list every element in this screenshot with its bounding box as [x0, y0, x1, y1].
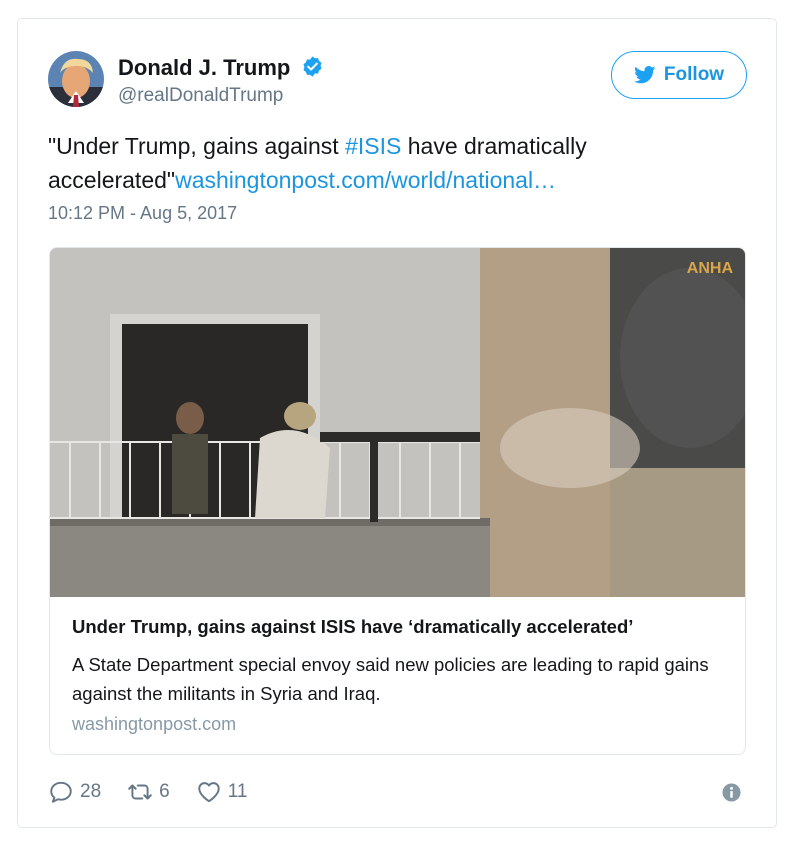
card-image[interactable]: ANHA [50, 248, 745, 597]
tweet-embed: Donald J. Trump @realDonaldTrump Follow … [17, 18, 777, 828]
retweet-button[interactable]: 6 [127, 779, 170, 805]
user-handle[interactable]: @realDonaldTrump [118, 85, 283, 107]
display-name[interactable]: Donald J. Trump [118, 55, 290, 80]
card-title[interactable]: Under Trump, gains against ISIS have ‘dr… [72, 616, 633, 638]
retweet-count: 6 [159, 781, 170, 802]
card-domain: washingtonpost.com [72, 714, 237, 734]
watermark-logo: ANHA [686, 260, 733, 277]
tweet-timestamp[interactable]: 10:12 PM - Aug 5, 2017 [48, 203, 237, 224]
hashtag-link[interactable]: #ISIS [345, 133, 401, 159]
info-icon[interactable] [722, 783, 741, 802]
tweet-actions: 28 6 11 [48, 777, 273, 807]
heart-icon [197, 782, 220, 803]
verified-badge-icon [303, 55, 322, 77]
like-count: 11 [227, 781, 248, 802]
avatar[interactable] [48, 51, 104, 107]
retweet-icon [128, 784, 152, 800]
reply-icon [50, 781, 72, 803]
card-description: A State Department special envoy said ne… [72, 654, 709, 704]
tweet-text-part: "Under Trump, gains against [48, 133, 346, 159]
like-button[interactable]: 11 [196, 779, 248, 805]
reply-count: 28 [80, 781, 102, 802]
reply-button[interactable]: 28 [48, 779, 101, 805]
twitter-bird-icon [634, 66, 656, 84]
article-link[interactable]: washingtonpost.com/world/national… [175, 167, 556, 193]
follow-button[interactable]: Follow [611, 51, 747, 99]
user-name-row[interactable]: Donald J. Trump [118, 55, 324, 85]
link-card[interactable]: ANHA Under Trump, gains against ISIS hav… [49, 247, 746, 755]
tweet-text: "Under Trump, gains against #ISIS have d… [48, 129, 728, 197]
follow-button-label: Follow [663, 64, 725, 85]
card-photo [50, 248, 745, 597]
